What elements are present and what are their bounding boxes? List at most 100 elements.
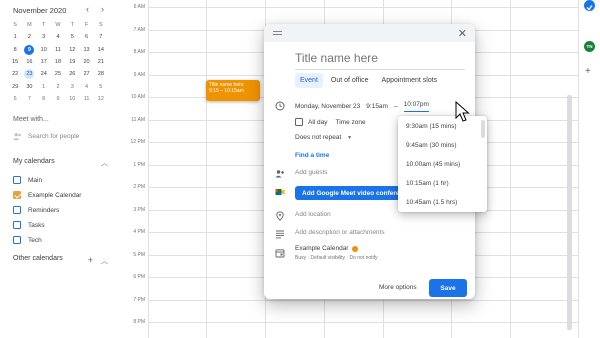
- end-time-field[interactable]: 10:07pm: [403, 101, 429, 112]
- add-guests-input[interactable]: Add guests: [295, 169, 328, 176]
- mini-day[interactable]: 5: [94, 84, 108, 90]
- mini-day[interactable]: 2: [51, 84, 65, 90]
- dialog-drag-bar[interactable]: ✕: [264, 24, 475, 42]
- description-icon: [276, 230, 284, 239]
- more-options-button[interactable]: More options: [379, 284, 417, 291]
- mini-day[interactable]: 6: [79, 34, 93, 40]
- time-option[interactable]: 10:00am (45 mins): [406, 161, 460, 168]
- repeat-select[interactable]: Does not repeat ▼: [295, 134, 352, 141]
- calendar-checkbox[interactable]: [13, 176, 21, 184]
- people-search-input[interactable]: Search for people: [13, 129, 108, 143]
- mini-day[interactable]: 28: [94, 71, 108, 77]
- calendar-select[interactable]: Example Calendar: [295, 245, 359, 252]
- prev-month-icon[interactable]: ‹: [86, 4, 89, 14]
- calendar-item[interactable]: Tech: [13, 236, 42, 244]
- mini-day[interactable]: 16: [22, 59, 36, 65]
- mini-day[interactable]: 2: [22, 34, 36, 40]
- chevron-up-icon[interactable]: ︿: [101, 258, 108, 265]
- mini-day[interactable]: 9: [51, 96, 65, 102]
- mini-day[interactable]: 30: [22, 84, 36, 90]
- mini-day[interactable]: 25: [51, 71, 65, 77]
- event-title-input[interactable]: [295, 51, 465, 65]
- calendar-checkbox[interactable]: [13, 221, 21, 229]
- mini-day[interactable]: 11: [79, 96, 93, 102]
- date-field[interactable]: Monday, November 23: [295, 103, 360, 110]
- plus-icon[interactable]: +: [88, 255, 93, 265]
- mini-day[interactable]: 12: [65, 47, 79, 53]
- close-icon[interactable]: ✕: [458, 27, 467, 40]
- next-month-icon[interactable]: ›: [101, 4, 104, 14]
- hour-label: 2 PM: [133, 184, 145, 190]
- mini-day[interactable]: 8: [37, 96, 51, 102]
- plus-icon[interactable]: +: [585, 66, 591, 77]
- calendar-item[interactable]: Example Calendar: [13, 191, 81, 199]
- mini-day[interactable]: 5: [65, 34, 79, 40]
- tab-event[interactable]: Event: [295, 73, 323, 88]
- dropdown-scrollbar[interactable]: [481, 120, 485, 138]
- mini-day[interactable]: 1: [8, 34, 22, 40]
- all-day-checkbox[interactable]: [295, 118, 303, 126]
- avatar[interactable]: TN: [584, 41, 595, 52]
- chevron-up-icon[interactable]: ︿: [101, 158, 108, 168]
- tasks-icon[interactable]: [584, 0, 595, 11]
- grid-scrollbar[interactable]: [567, 95, 572, 330]
- calendar-checkbox[interactable]: [13, 206, 21, 214]
- my-calendars-title: My calendars: [13, 158, 55, 165]
- calendar-item[interactable]: Main: [13, 176, 42, 184]
- my-calendars-header[interactable]: My calendars ︿: [13, 158, 108, 168]
- time-option[interactable]: 9:45am (30 mins): [406, 142, 457, 149]
- mini-day[interactable]: 7: [22, 96, 36, 102]
- title-underline: [295, 69, 465, 70]
- mini-day[interactable]: 14: [94, 47, 108, 53]
- mini-day[interactable]: 4: [79, 84, 93, 90]
- mini-day[interactable]: 26: [65, 71, 79, 77]
- mini-day[interactable]: 11: [51, 47, 65, 53]
- mini-day[interactable]: 1: [37, 84, 51, 90]
- hour-label: 11 AM: [131, 116, 145, 123]
- save-button[interactable]: Save: [429, 279, 467, 297]
- mini-day[interactable]: 22: [8, 71, 22, 77]
- calendar-item[interactable]: Tasks: [13, 221, 45, 229]
- mini-day[interactable]: 24: [37, 71, 51, 77]
- mini-day[interactable]: 6: [8, 96, 22, 102]
- mini-day[interactable]: 20: [79, 59, 93, 65]
- mini-day[interactable]: 17: [37, 59, 51, 65]
- start-time-field[interactable]: 9:15am: [366, 103, 388, 110]
- all-day-label: All day: [308, 118, 328, 126]
- mini-day[interactable]: 18: [51, 59, 65, 65]
- calendar-checkbox[interactable]: [13, 236, 21, 244]
- time-option[interactable]: 10:45am (1.5 hrs): [406, 199, 457, 206]
- time-option[interactable]: 10:15am (1 hr): [406, 180, 449, 187]
- mini-day[interactable]: 4: [51, 34, 65, 40]
- time-zone-link[interactable]: Time zone: [336, 119, 366, 126]
- event-chip[interactable]: Title name here 9:15 – 10:15am: [206, 80, 260, 101]
- mini-day[interactable]: 19: [65, 59, 79, 65]
- add-description-input[interactable]: Add description or attachments: [295, 229, 385, 236]
- mini-day[interactable]: 7: [94, 34, 108, 40]
- add-google-meet-button[interactable]: Add Google Meet video conferencing: [295, 186, 400, 200]
- find-a-time-link[interactable]: Find a time: [295, 152, 329, 159]
- tab-appointment-slots[interactable]: Appointment slots: [377, 73, 443, 88]
- mini-day-selected[interactable]: 23: [22, 69, 36, 80]
- calendar-item[interactable]: Reminders: [13, 206, 59, 214]
- mini-day[interactable]: 15: [8, 59, 22, 65]
- time-option[interactable]: 9:30am (15 mins): [406, 123, 457, 130]
- mini-day-today[interactable]: 9: [22, 44, 36, 55]
- guests-icon: [275, 170, 284, 178]
- mini-day[interactable]: 12: [94, 96, 108, 102]
- mini-day[interactable]: 10: [65, 96, 79, 102]
- mini-day[interactable]: 29: [8, 84, 22, 90]
- mini-day[interactable]: 3: [65, 84, 79, 90]
- calendar-checkbox-checked[interactable]: [13, 191, 21, 199]
- hour-label: 6 AM: [133, 4, 145, 10]
- mini-day[interactable]: 13: [79, 47, 93, 53]
- mini-day[interactable]: 3: [37, 34, 51, 40]
- mini-day[interactable]: 8: [8, 47, 22, 53]
- add-location-input[interactable]: Add location: [295, 211, 331, 218]
- mini-day[interactable]: 27: [79, 71, 93, 77]
- drag-handle-icon[interactable]: [273, 31, 282, 35]
- other-calendars-header[interactable]: Other calendars + ︿: [13, 255, 108, 266]
- mini-day[interactable]: 21: [94, 59, 108, 65]
- mini-day[interactable]: 10: [37, 47, 51, 53]
- tab-out-of-office[interactable]: Out of office: [326, 73, 374, 88]
